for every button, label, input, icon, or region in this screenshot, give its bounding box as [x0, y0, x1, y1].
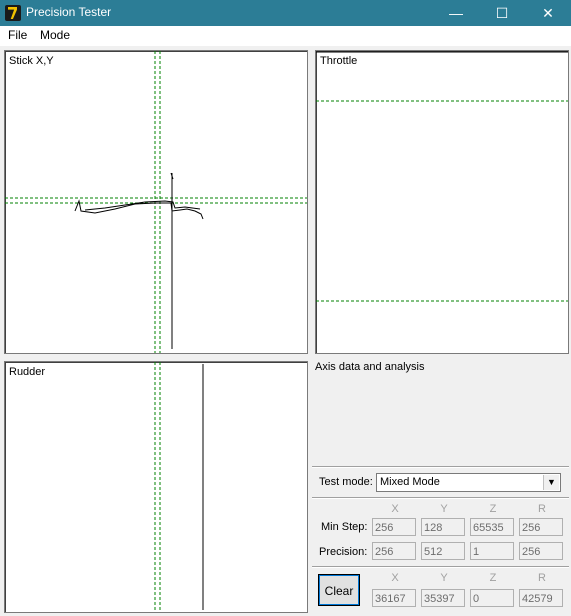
- readout-header-z: Z: [489, 572, 497, 584]
- min-step-z-field: 65535: [470, 518, 514, 536]
- stats-header-y: Y: [440, 503, 448, 515]
- close-button[interactable]: ✕: [525, 0, 571, 26]
- close-icon: ✕: [542, 5, 554, 21]
- readout-header-x: X: [391, 572, 399, 584]
- minimize-icon: —: [449, 5, 463, 21]
- test-mode-select[interactable]: Mixed Mode ▼: [376, 473, 561, 492]
- divider: [312, 466, 569, 468]
- readout-z-field: 0: [470, 589, 514, 607]
- rudder-plot: [154, 362, 204, 612]
- min-step-r-field: 256: [519, 518, 563, 536]
- stick-xy-panel: Stick X,Y: [4, 50, 308, 354]
- stats-header-x: X: [391, 503, 399, 515]
- precision-r-field: 256: [519, 542, 563, 560]
- precision-x-field: 256: [372, 542, 416, 560]
- precision-label: Precision:: [319, 546, 368, 558]
- min-step-x-field: 256: [372, 518, 416, 536]
- stats-header-z: Z: [489, 503, 497, 515]
- stats-header-r: R: [538, 503, 546, 515]
- title-bar[interactable]: Precision Tester — ☐ ✕: [0, 0, 571, 26]
- divider: [312, 566, 569, 568]
- readout-r-field: 42579: [519, 589, 563, 607]
- window-title: Precision Tester: [26, 5, 112, 19]
- chevron-down-icon[interactable]: ▼: [543, 475, 559, 490]
- throttle-label: Throttle: [320, 55, 358, 67]
- maximize-button[interactable]: ☐: [479, 0, 525, 26]
- menu-bar: File Mode: [0, 26, 571, 46]
- readout-header-y: Y: [440, 572, 448, 584]
- test-mode-value: Mixed Mode: [380, 476, 440, 488]
- minimize-button[interactable]: —: [433, 0, 479, 26]
- divider: [312, 497, 569, 499]
- stick-xy-label: Stick X,Y: [9, 55, 54, 67]
- rudder-panel: Rudder: [4, 361, 308, 613]
- app-icon[interactable]: [5, 5, 21, 21]
- menu-mode[interactable]: Mode: [40, 28, 70, 42]
- maximize-icon: ☐: [495, 5, 509, 21]
- readout-header-r: R: [538, 572, 546, 584]
- test-mode-label: Test mode:: [319, 476, 373, 488]
- analysis-caption: Axis data and analysis: [315, 361, 425, 373]
- clear-button[interactable]: Clear: [318, 574, 360, 606]
- rudder-label: Rudder: [9, 366, 46, 378]
- throttle-panel: Throttle: [315, 50, 569, 354]
- precision-z-field: 1: [470, 542, 514, 560]
- stick-xy-plot: [5, 51, 307, 353]
- stick-trace-horizontal: [74, 199, 204, 220]
- precision-y-field: 512: [421, 542, 465, 560]
- min-step-y-field: 128: [421, 518, 465, 536]
- throttle-plot: [316, 51, 568, 302]
- readout-x-field: 36167: [372, 589, 416, 607]
- min-step-label: Min Step:: [321, 521, 368, 533]
- menu-file[interactable]: File: [8, 28, 27, 42]
- readout-y-field: 35397: [421, 589, 465, 607]
- stick-trace-horizontal-2: [84, 200, 201, 211]
